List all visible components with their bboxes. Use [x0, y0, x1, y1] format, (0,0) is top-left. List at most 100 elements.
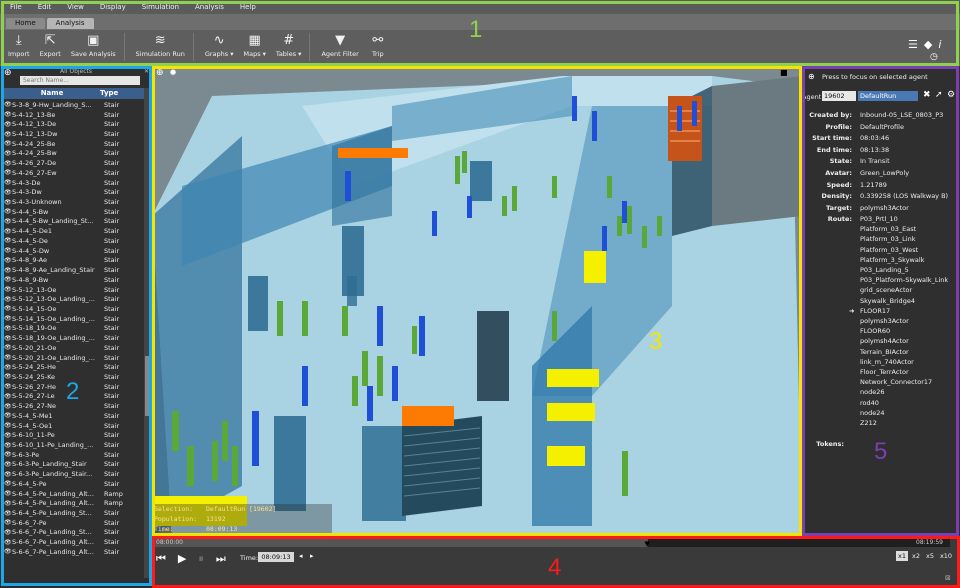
speed-x10-button[interactable]: x10: [938, 551, 954, 561]
settings-icon[interactable]: ⚙: [947, 90, 955, 100]
list-item[interactable]: 👁 S-4-4_5-Dw Stair: [4, 246, 144, 256]
list-item[interactable]: 👁 S-4-26_27-De Stair: [4, 158, 144, 168]
skip-start-icon[interactable]: ⏮: [156, 552, 166, 566]
eye-icon[interactable]: 👁: [4, 218, 12, 225]
play-icon[interactable]: ▶: [178, 552, 186, 566]
list-item[interactable]: 👁 S-4-12_13-Be Stair: [4, 110, 144, 120]
eye-icon[interactable]: 👁: [4, 305, 12, 312]
menu-display[interactable]: Display: [100, 3, 126, 11]
tab-analysis[interactable]: Analysis: [46, 18, 94, 29]
maps-button[interactable]: ▦ Maps ▾: [243, 30, 265, 58]
camera-icon[interactable]: ●: [170, 68, 176, 76]
column-type-header[interactable]: Type: [100, 88, 144, 99]
eye-icon[interactable]: 👁: [4, 442, 12, 449]
scrollbar[interactable]: [144, 88, 150, 578]
eye-icon[interactable]: 👁: [4, 461, 12, 468]
list-item[interactable]: 👁 S-6-4_5-Pe_Landing_Alt... Ramp: [4, 489, 144, 499]
save-analysis-button[interactable]: ▣ Save Analysis: [71, 30, 116, 58]
column-name-header[interactable]: Name: [4, 88, 100, 99]
pointer-icon[interactable]: ➚: [935, 90, 943, 100]
eye-icon[interactable]: 👁: [4, 383, 12, 390]
scrollbar-thumb[interactable]: [145, 356, 149, 416]
eye-icon[interactable]: 👁: [4, 315, 12, 322]
list-item[interactable]: 👁 S-6-6_7-Pe_Landing_Alt... Stair: [4, 547, 144, 557]
list-item[interactable]: 👁 S-6-6_7-Pe_Landing_St... Stair: [4, 528, 144, 538]
close-icon[interactable]: ⊠: [945, 574, 951, 582]
clear-icon[interactable]: ✖: [923, 90, 931, 100]
eye-icon[interactable]: 👁: [4, 403, 12, 410]
list-item[interactable]: 👁 S-4-4_5-Bw_Landing_St... Stair: [4, 217, 144, 227]
eye-icon[interactable]: 👁: [4, 500, 12, 507]
list-item[interactable]: 👁 S-4-12_13-De Stair: [4, 119, 144, 129]
list-item[interactable]: 👁 S-4-4_5-De1 Stair: [4, 226, 144, 236]
list-item[interactable]: 👁 S-5-20_21-Oe_Landing_... Stair: [4, 353, 144, 363]
eye-icon[interactable]: 👁: [4, 101, 12, 108]
eye-icon[interactable]: 👁: [4, 208, 12, 215]
eye-icon[interactable]: 👁: [4, 373, 12, 380]
simulation-run-button[interactable]: ≋ Simulation Run: [136, 30, 185, 58]
eye-icon[interactable]: 👁: [4, 471, 12, 478]
eye-icon[interactable]: 👁: [4, 344, 12, 351]
list-item[interactable]: 👁 S-4-4_5-Bw Stair: [4, 207, 144, 217]
step-back-icon[interactable]: ◂: [299, 552, 303, 560]
list-item[interactable]: 👁 S-3-8_9-Hw_Landing_S... Stair: [4, 100, 144, 110]
eye-icon[interactable]: 👁: [4, 296, 12, 303]
menu-edit[interactable]: Edit: [38, 3, 52, 11]
skip-end-icon[interactable]: ⏭: [216, 552, 226, 566]
graphs-button[interactable]: ∿ Graphs ▾: [205, 30, 234, 58]
eye-icon[interactable]: 👁: [4, 412, 12, 419]
list-item[interactable]: 👁 S-6-3-Pe_Landing_Stair... Stair: [4, 469, 144, 479]
eye-icon[interactable]: 👁: [4, 325, 12, 332]
agent-id-field[interactable]: 19602: [822, 91, 856, 101]
tab-home[interactable]: Home: [6, 18, 45, 29]
list-item[interactable]: 👁 S-6-3-Pe Stair: [4, 450, 144, 460]
list-item[interactable]: 👁 S-6-10_11-Pe Stair: [4, 430, 144, 440]
agent-filter-button[interactable]: ▼ Agent Filter: [321, 30, 358, 58]
eye-icon[interactable]: 👁: [4, 364, 12, 371]
eye-icon[interactable]: 👁: [4, 199, 12, 206]
eye-icon[interactable]: 👁: [4, 121, 12, 128]
eye-icon[interactable]: 👁: [4, 257, 12, 264]
list-item[interactable]: 👁 S-5-18_19-Oe Stair: [4, 324, 144, 334]
eye-icon[interactable]: 👁: [4, 140, 12, 147]
list-item[interactable]: 👁 S-6-3-Pe_Landing_Stair Stair: [4, 460, 144, 470]
import-button[interactable]: ⤓ Import: [8, 30, 30, 58]
eye-icon[interactable]: 👁: [4, 150, 12, 157]
list-item[interactable]: 👁 S-4-12_13-Dw Stair: [4, 129, 144, 139]
trip-button[interactable]: ⚯ Trip: [369, 30, 387, 58]
list-item[interactable]: 👁 S-5-14_15-Oe Stair: [4, 304, 144, 314]
info-icon[interactable]: i: [938, 38, 941, 51]
list-item[interactable]: 👁 S-4-8_9-Ae Stair: [4, 256, 144, 266]
step-forward-icon[interactable]: ▸: [310, 552, 314, 560]
time-field[interactable]: 08:09:13: [258, 552, 294, 562]
list-item[interactable]: 👁 S-6-6_7-Pe Stair: [4, 518, 144, 528]
eye-icon[interactable]: 👁: [4, 169, 12, 176]
eye-icon[interactable]: 👁: [4, 422, 12, 429]
eye-icon[interactable]: 👁: [4, 267, 12, 274]
eye-icon[interactable]: 👁: [4, 432, 12, 439]
menu-help[interactable]: Help: [240, 3, 256, 11]
eye-icon[interactable]: 👁: [4, 189, 12, 196]
speed-x2-button[interactable]: x2: [910, 551, 922, 561]
eye-icon[interactable]: 👁: [4, 529, 12, 536]
list-item[interactable]: 👁 S-4-26_27-Ew Stair: [4, 168, 144, 178]
list-item[interactable]: 👁 S-4-8_9-Ae_Landing_Stair Stair: [4, 265, 144, 275]
eye-icon[interactable]: 👁: [4, 160, 12, 167]
eye-icon[interactable]: 👁: [4, 247, 12, 254]
tables-button[interactable]: # Tables ▾: [276, 30, 302, 58]
clock-icon[interactable]: ◷: [930, 52, 938, 62]
eye-icon[interactable]: 👁: [4, 539, 12, 546]
eye-icon[interactable]: 👁: [4, 393, 12, 400]
list-item[interactable]: 👁 S-5-14_15-Oe_Landing_... Stair: [4, 314, 144, 324]
menu-analysis[interactable]: Analysis: [195, 3, 224, 11]
eye-icon[interactable]: 👁: [4, 237, 12, 244]
menu-file[interactable]: File: [10, 3, 22, 11]
eye-icon[interactable]: 👁: [4, 451, 12, 458]
eye-icon[interactable]: 👁: [4, 548, 12, 555]
speed-x1-button[interactable]: x1: [896, 551, 908, 561]
list-item[interactable]: 👁 S-5-12_13-Oe_Landing_... Stair: [4, 294, 144, 304]
pause-icon[interactable]: ⏸: [198, 552, 204, 566]
eye-icon[interactable]: 👁: [4, 286, 12, 293]
search-input[interactable]: Search Name...: [20, 76, 140, 85]
list-item[interactable]: 👁 S-5-24_25-He Stair: [4, 362, 144, 372]
